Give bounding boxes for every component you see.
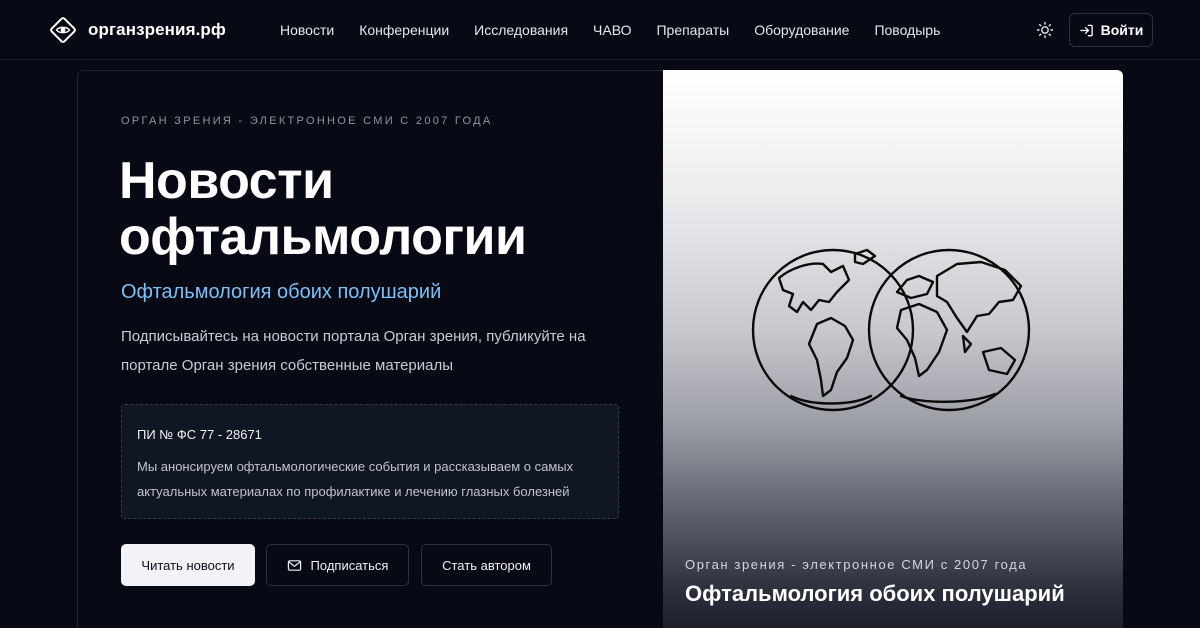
nav-link-conferences[interactable]: Конференции [359, 22, 449, 38]
read-news-label: Читать новости [141, 557, 235, 573]
registration-info-box: ПИ № ФС 77 - 28671 Мы анонсируем офтальм… [121, 404, 619, 519]
top-navigation-bar: органзрения.рф Новости Конференции Иссле… [0, 0, 1200, 60]
nav-link-research[interactable]: Исследования [474, 22, 568, 38]
nav-link-drugs[interactable]: Препараты [656, 22, 729, 38]
main-nav: Новости Конференции Исследования ЧАВО Пр… [280, 19, 940, 41]
registration-number: ПИ № ФС 77 - 28671 [137, 427, 262, 442]
sun-icon[interactable] [1036, 21, 1054, 39]
brand-link[interactable]: органзрения.рф [48, 15, 226, 45]
login-label: Войти [1100, 22, 1144, 38]
read-news-button[interactable]: Читать новости [121, 544, 255, 586]
registration-description: Мы анонсируем офтальмологические события… [137, 459, 574, 499]
brand-name: органзрения.рф [88, 20, 226, 39]
subscribe-label: Подписаться [310, 557, 389, 573]
hero-image-panel: Орган зрения - электронное СМИ с 2007 го… [663, 70, 1123, 628]
become-author-button[interactable]: Стать автором [421, 544, 552, 586]
nav-link-news[interactable]: Новости [280, 22, 334, 38]
mail-icon [287, 559, 301, 571]
eye-logo-icon [50, 17, 76, 43]
login-button[interactable]: Войти [1069, 13, 1153, 47]
page-title: Новости офтальмологии [119, 152, 527, 266]
image-title: Офтальмология обоих полушарий [685, 581, 1065, 606]
hero-subtitle: Офтальмология обоих полушарий [121, 281, 442, 303]
log-in-icon [1079, 24, 1093, 36]
nav-link-faq[interactable]: ЧАВО [593, 22, 631, 38]
image-eyebrow: Орган зрения - электронное СМИ с 2007 го… [685, 557, 1028, 572]
become-author-label: Стать автором [442, 557, 531, 573]
nav-link-guide[interactable]: Поводырь [874, 22, 940, 38]
hero-lead-text: Подписывайтесь на новости портала Орган … [121, 328, 586, 374]
nav-link-equipment[interactable]: Оборудование [754, 22, 849, 38]
world-hemispheres-icon [751, 248, 1031, 412]
hero-eyebrow: ОРГАН ЗРЕНИЯ - ЭЛЕКТРОННОЕ СМИ С 2007 ГО… [121, 115, 493, 127]
subscribe-button[interactable]: Подписаться [266, 544, 409, 586]
